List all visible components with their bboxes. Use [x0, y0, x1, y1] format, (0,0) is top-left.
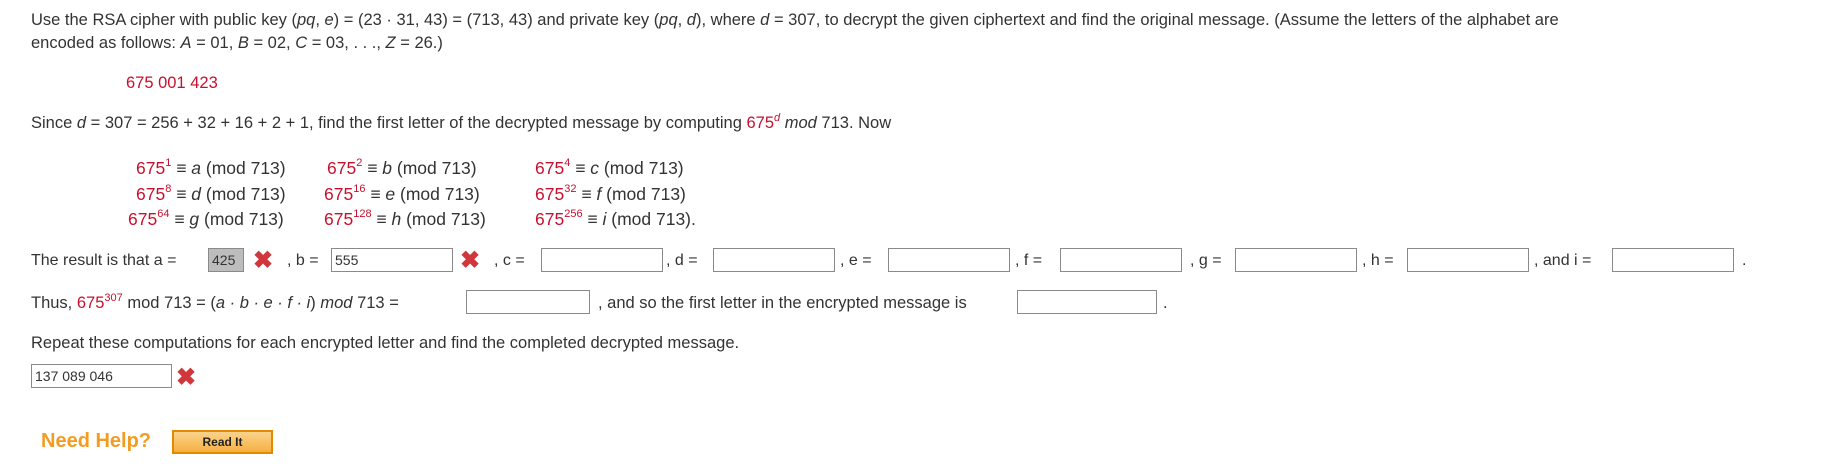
a-value-input[interactable] [208, 248, 244, 272]
product-mod-input[interactable] [466, 290, 590, 314]
i-value-input[interactable] [1612, 248, 1734, 272]
thus-statement: Thus, 675307 mod 713 = (a · b · e · f · … [31, 291, 399, 312]
d-label: , d = [666, 252, 698, 269]
result-prefix-label: The result is that a = [31, 252, 177, 269]
power-row-2: 6752 ≡ b (mod 713) [327, 157, 477, 178]
g-value-input[interactable] [1235, 248, 1357, 272]
need-help-label: Need Help? [41, 430, 152, 452]
power-row-128: 675128 ≡ h (mod 713) [324, 208, 486, 229]
problem-statement-line2: encoded as follows: A = 01, B = 02, C = … [31, 34, 443, 52]
read-it-button[interactable]: Read It [172, 430, 273, 454]
x-mark-icon: ✖ [253, 247, 274, 274]
c-value-input[interactable] [541, 248, 663, 272]
power-row-64: 67564 ≡ g (mod 713) [128, 208, 284, 229]
e-label: , e = [840, 252, 872, 269]
b-value-input[interactable] [331, 248, 453, 272]
power-row-8: 6758 ≡ d (mod 713) [136, 183, 286, 204]
power-row-4: 6754 ≡ c (mod 713) [535, 157, 684, 178]
c-label: , c = [494, 252, 525, 269]
since-statement: Since d = 307 = 256 + 32 + 16 + 2 + 1, f… [31, 111, 892, 132]
power-row-256: 675256 ≡ i (mod 713). [535, 208, 696, 229]
f-value-input[interactable] [1060, 248, 1182, 272]
h-label: , h = [1362, 252, 1394, 269]
thus-end: . [1163, 294, 1168, 312]
d-value-input[interactable] [713, 248, 835, 272]
final-message-input[interactable] [31, 364, 172, 388]
power-row-1: 6751 ≡ a (mod 713) [136, 157, 286, 178]
power-row-32: 67532 ≡ f (mod 713) [535, 183, 686, 204]
power-row-16: 67516 ≡ e (mod 713) [324, 183, 480, 204]
f-label: , f = [1015, 252, 1043, 269]
x-mark-icon: ✖ [460, 247, 481, 274]
repeat-instruction: Repeat these computations for each encry… [31, 334, 740, 352]
e-value-input[interactable] [888, 248, 1010, 272]
x-mark-icon: ✖ [176, 364, 197, 391]
b-label: , b = [287, 252, 319, 269]
result-end: . [1742, 252, 1747, 269]
ciphertext: 675 001 423 [126, 74, 218, 92]
h-value-input[interactable] [1407, 248, 1529, 272]
first-letter-label: , and so the first letter in the encrypt… [598, 294, 967, 312]
first-letter-input[interactable] [1017, 290, 1157, 314]
i-label: , and i = [1534, 252, 1592, 269]
problem-statement-line1: Use the RSA cipher with public key (pq, … [31, 11, 1559, 29]
g-label: , g = [1190, 252, 1222, 269]
